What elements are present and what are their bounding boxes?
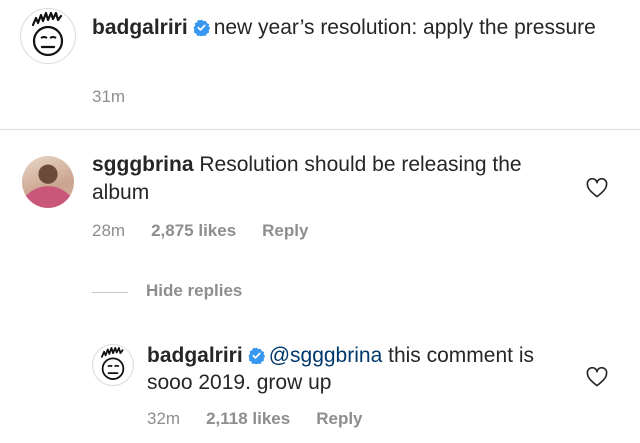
caption-body: new year’s resolution: apply the pressur… bbox=[213, 16, 596, 39]
comment-username[interactable]: sgggbrina bbox=[92, 153, 194, 176]
divider bbox=[0, 129, 640, 130]
reply-username[interactable]: badgalriri bbox=[147, 344, 243, 367]
comment-text: sgggbrina Resolution should be releasing… bbox=[92, 151, 562, 207]
reply-mention-link[interactable]: @sgggbrina bbox=[269, 344, 383, 367]
doodle-face-icon bbox=[101, 347, 125, 380]
reply-likes-count[interactable]: 2,118 likes bbox=[206, 409, 290, 428]
caption-avatar[interactable] bbox=[20, 8, 76, 64]
reply-text: badgalriri @sgggbrina this comment is so… bbox=[147, 342, 547, 396]
doodle-face-icon bbox=[31, 11, 64, 57]
caption-timestamp: 31m bbox=[92, 87, 126, 106]
hide-replies-button[interactable]: Hide replies bbox=[146, 281, 242, 301]
comment-avatar[interactable] bbox=[22, 156, 74, 208]
comment-likes-count[interactable]: 2,875 likes bbox=[151, 221, 236, 240]
hide-replies-line bbox=[92, 292, 128, 293]
verified-badge-icon bbox=[193, 19, 210, 36]
caption-username[interactable]: badgalriri bbox=[92, 16, 188, 39]
reply-meta: 32m 2,118 likes Reply bbox=[147, 409, 389, 429]
verified-badge-icon bbox=[248, 347, 265, 364]
comment-meta: 28m 2,875 likes Reply bbox=[92, 221, 334, 241]
comment-reply-button[interactable]: Reply bbox=[262, 221, 308, 240]
reply-timestamp: 32m bbox=[147, 409, 181, 428]
reply-reply-button[interactable]: Reply bbox=[316, 409, 362, 428]
heart-icon[interactable] bbox=[586, 178, 608, 198]
heart-icon[interactable] bbox=[586, 367, 608, 387]
caption-text: badgalriri new year’s resolution: apply … bbox=[92, 14, 612, 42]
reply-avatar[interactable] bbox=[92, 344, 134, 386]
comment-timestamp: 28m bbox=[92, 221, 126, 240]
